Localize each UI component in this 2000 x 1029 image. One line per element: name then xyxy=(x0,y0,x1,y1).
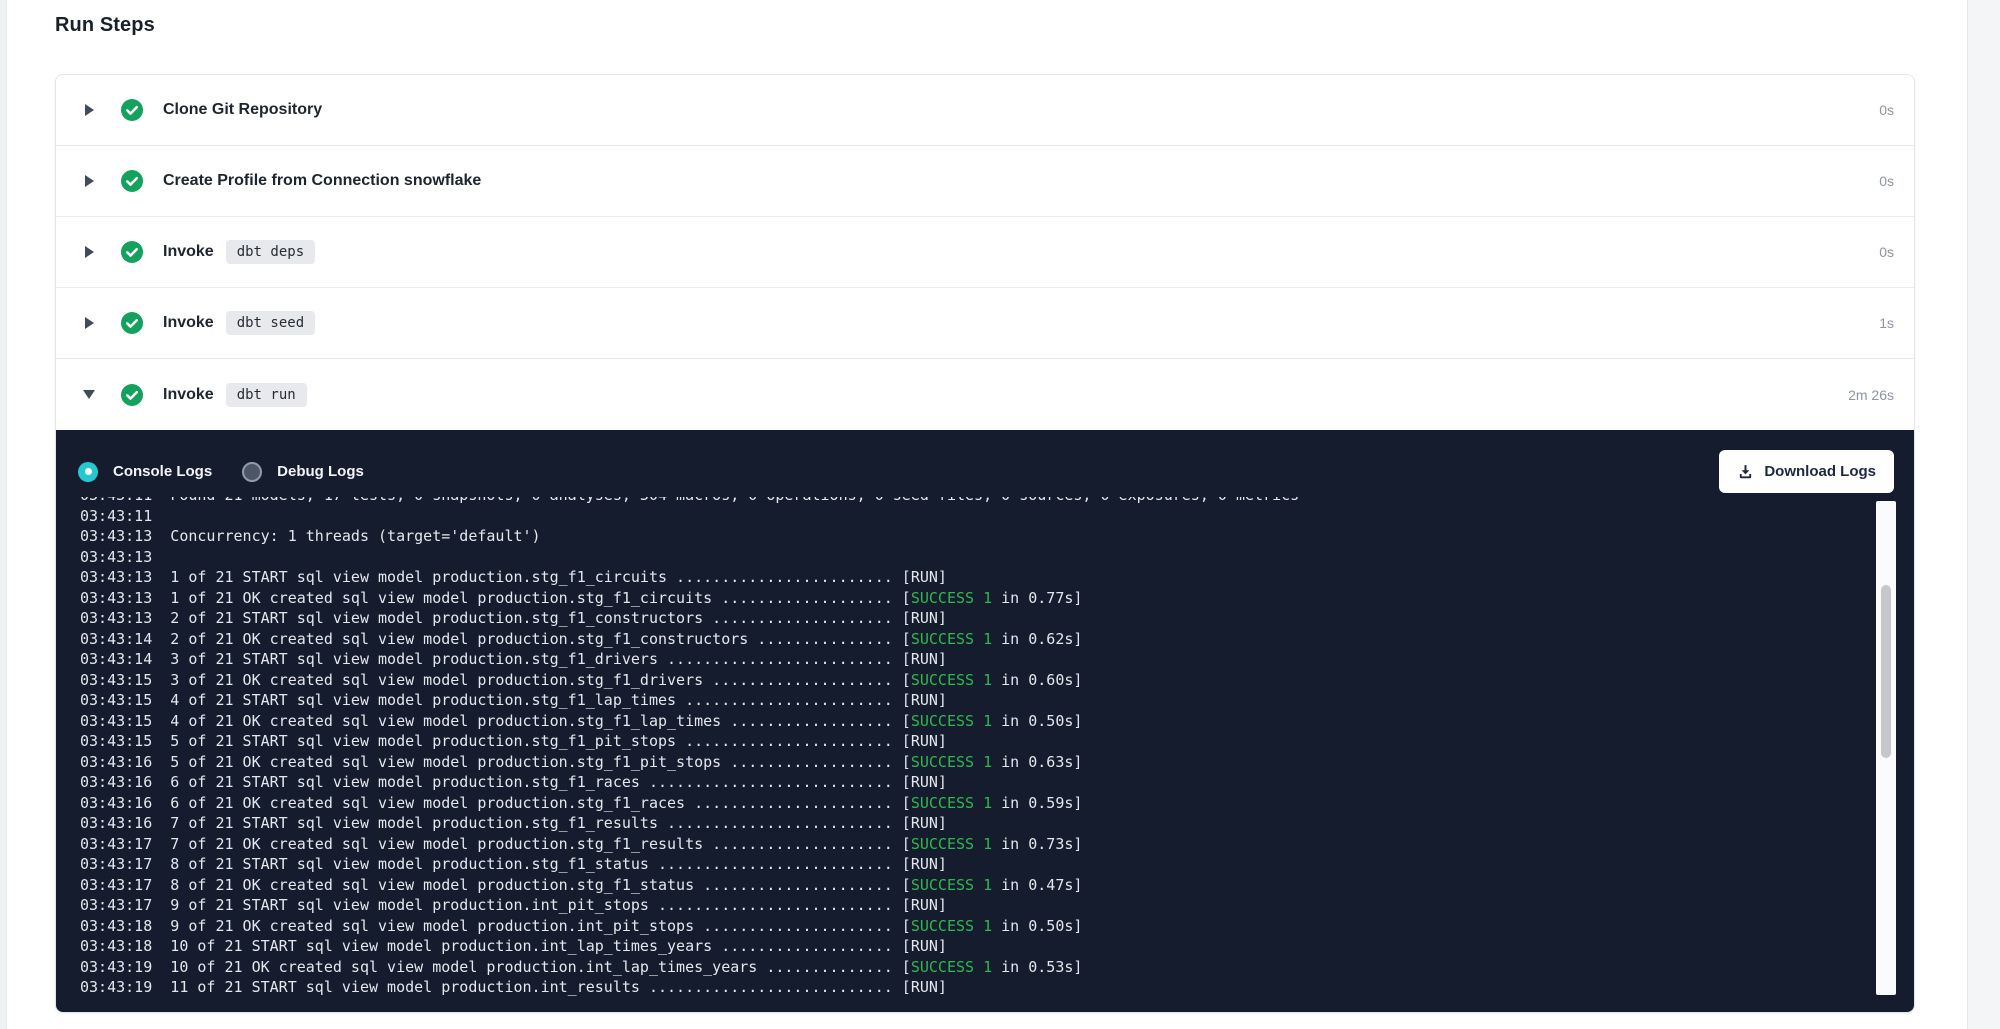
expand-caret-icon[interactable] xyxy=(82,245,96,259)
console-logs-radio-icon[interactable] xyxy=(78,462,98,482)
log-line: 03:43:14 2 of 21 OK created sql view mod… xyxy=(80,629,1870,650)
log-line: 03:43:16 7 of 21 START sql view model pr… xyxy=(80,813,1870,834)
step-row[interactable]: Invoke dbt deps 0s xyxy=(56,217,1914,288)
step-label: Invoke xyxy=(163,386,214,404)
log-line: 03:43:19 11 of 21 START sql view model p… xyxy=(80,977,1870,998)
success-check-icon xyxy=(121,312,143,334)
expand-caret-icon[interactable] xyxy=(82,388,96,402)
log-line: 03:43:15 4 of 21 START sql view model pr… xyxy=(80,690,1870,711)
expand-caret-icon[interactable] xyxy=(82,103,96,117)
console-logs-radio-group[interactable]: Console Logs xyxy=(78,462,212,482)
step-label: Create Profile from Connection snowflake xyxy=(163,172,481,190)
log-scrollbar-thumb[interactable] xyxy=(1881,585,1891,758)
step-command-chip: dbt run xyxy=(226,383,307,407)
log-line: 03:43:17 8 of 21 OK created sql view mod… xyxy=(80,875,1870,896)
step-duration: 0s xyxy=(1879,173,1894,189)
step-row[interactable]: Create Profile from Connection snowflake… xyxy=(56,146,1914,217)
step-duration: 0s xyxy=(1879,102,1894,118)
success-check-icon xyxy=(121,384,143,406)
log-line: 03:43:13 1 of 21 OK created sql view mod… xyxy=(80,588,1870,609)
debug-logs-radio-group[interactable]: Debug Logs xyxy=(242,462,364,482)
log-line: 03:43:11 Found 21 models, 17 tests, 0 sn… xyxy=(80,497,1870,506)
step-list: Clone Git Repository 0s Create Profile f… xyxy=(56,75,1914,430)
run-steps-card: Clone Git Repository 0s Create Profile f… xyxy=(55,74,1915,1013)
log-scrollbar-track[interactable] xyxy=(1876,501,1896,995)
step-command-chip: dbt seed xyxy=(226,311,315,335)
step-label: Invoke xyxy=(163,243,214,261)
step-row[interactable]: Invoke dbt seed 1s xyxy=(56,288,1914,359)
expand-caret-icon[interactable] xyxy=(82,174,96,188)
log-line: 03:43:15 5 of 21 START sql view model pr… xyxy=(80,731,1870,752)
log-line: 03:43:16 6 of 21 OK created sql view mod… xyxy=(80,793,1870,814)
page-left-gutter xyxy=(0,0,7,1029)
download-logs-button-label: Download Logs xyxy=(1764,463,1876,480)
log-line: 03:43:13 2 of 21 START sql view model pr… xyxy=(80,608,1870,629)
expand-caret-icon[interactable] xyxy=(82,316,96,330)
log-line: 03:43:18 9 of 21 OK created sql view mod… xyxy=(80,916,1870,937)
download-logs-button[interactable]: Download Logs xyxy=(1719,450,1894,493)
log-line: 03:43:15 4 of 21 OK created sql view mod… xyxy=(80,711,1870,732)
console-logs-label: Console Logs xyxy=(113,463,212,480)
log-line: 03:43:16 5 of 21 OK created sql view mod… xyxy=(80,752,1870,773)
log-line: 03:43:15 3 of 21 OK created sql view mod… xyxy=(80,670,1870,691)
log-line: 03:43:17 8 of 21 START sql view model pr… xyxy=(80,854,1870,875)
page-title: Run Steps xyxy=(55,14,1915,37)
log-line: 03:43:11 xyxy=(80,506,1870,527)
log-line: 03:43:14 3 of 21 START sql view model pr… xyxy=(80,649,1870,670)
debug-logs-radio-icon[interactable] xyxy=(242,462,262,482)
log-line: 03:43:17 9 of 21 START sql view model pr… xyxy=(80,895,1870,916)
log-line: 03:43:13 1 of 21 START sql view model pr… xyxy=(80,567,1870,588)
step-row[interactable]: Invoke dbt run 2m 26s xyxy=(56,359,1914,430)
log-line: 03:43:19 10 of 21 OK created sql view mo… xyxy=(80,957,1870,978)
console-log-output[interactable]: 03:43:11 Found 21 models, 17 tests, 0 sn… xyxy=(80,497,1870,1008)
log-panel: Console Logs Debug Logs Download Logs xyxy=(56,430,1914,1012)
step-duration: 1s xyxy=(1879,315,1894,331)
success-check-icon xyxy=(121,170,143,192)
log-line: 03:43:18 10 of 21 START sql view model p… xyxy=(80,936,1870,957)
page-right-gutter xyxy=(1967,0,2000,1029)
run-steps-section: Run Steps Clone Git Repository 0s Create… xyxy=(55,0,1915,1013)
step-command-chip: dbt deps xyxy=(226,240,315,264)
log-line: 03:43:16 6 of 21 START sql view model pr… xyxy=(80,772,1870,793)
step-duration: 0s xyxy=(1879,244,1894,260)
log-line: 03:43:17 7 of 21 OK created sql view mod… xyxy=(80,834,1870,855)
log-line: 03:43:13 Concurrency: 1 threads (target=… xyxy=(80,526,1870,547)
log-panel-header: Console Logs Debug Logs Download Logs xyxy=(56,430,1914,493)
debug-logs-label: Debug Logs xyxy=(277,463,364,480)
step-duration: 2m 26s xyxy=(1848,387,1894,403)
step-label: Clone Git Repository xyxy=(163,101,322,119)
log-line: 03:43:13 xyxy=(80,547,1870,568)
step-label: Invoke xyxy=(163,314,214,332)
success-check-icon xyxy=(121,241,143,263)
step-row[interactable]: Clone Git Repository 0s xyxy=(56,75,1914,146)
success-check-icon xyxy=(121,99,143,121)
download-icon xyxy=(1737,463,1754,480)
